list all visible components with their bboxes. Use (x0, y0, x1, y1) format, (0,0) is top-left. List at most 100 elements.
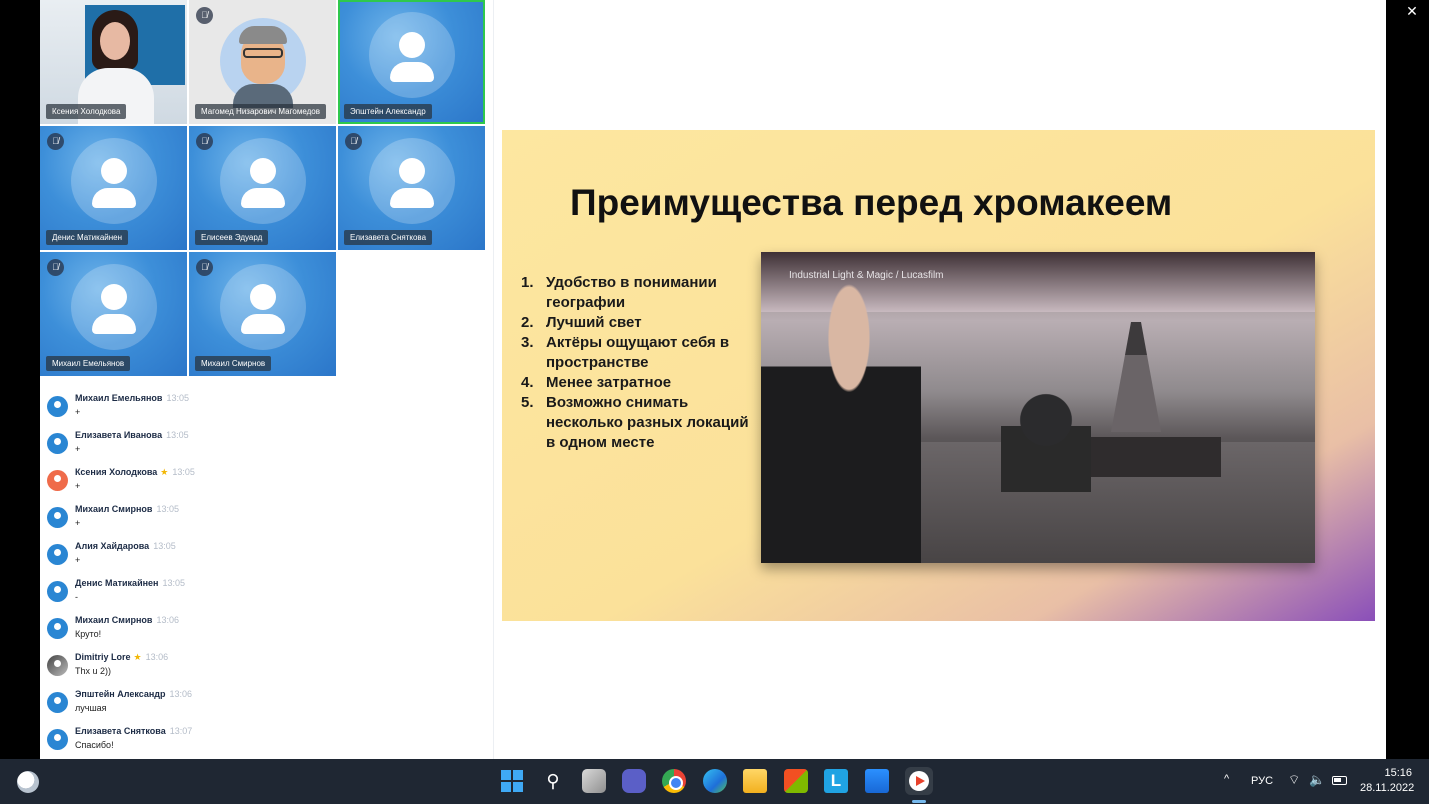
slide-list-item: 1. Удобство в понимании географии (521, 274, 717, 311)
chat-message: Эпштейн Александр 13:06 лучшая (40, 681, 480, 718)
participant-tile[interactable]: Ксения Холодкова (40, 0, 187, 124)
participant-face (100, 22, 130, 60)
user-avatar-icon (47, 433, 68, 454)
message-time: 13:05 (156, 504, 179, 514)
slide-list-item: 5. Возможно снимать несколько разных лока… (521, 394, 749, 451)
chat-message: Михаил Смирнов 13:06 Круто! (40, 607, 480, 644)
chat-message: Dimitriy Lore ★ 13:06 Thx u 2)) (40, 644, 480, 681)
participant-name: Михаил Смирнов (195, 356, 272, 371)
participant-tile[interactable]: 🎙̸ Денис Матикайнен (40, 126, 187, 250)
clock-time[interactable]: 15:16 (1384, 767, 1412, 779)
participant-name: Эпштейн Александр (344, 104, 432, 119)
microsoft-store-icon[interactable] (784, 769, 808, 793)
user-avatar-icon (47, 618, 68, 639)
chevron-up-icon[interactable]: ^ (1224, 773, 1229, 785)
chat-message: Алия Хайдарова 13:05 + (40, 533, 480, 570)
participant-name: Елизавета Сняткова (344, 230, 433, 245)
user-avatar-icon (47, 581, 68, 602)
user-avatar-icon (47, 729, 68, 750)
panel-divider (493, 0, 494, 759)
message-time: 13:07 (169, 726, 193, 736)
l-app-icon[interactable]: L (824, 769, 848, 793)
slide-bullet-list: 1. Удобство в понимании географии 2. Лучши… (521, 273, 751, 453)
message-time: 13:06 (145, 652, 169, 662)
star-icon: ★ (160, 467, 169, 477)
shared-presentation-slide: Преимущества перед хромакеем 1. Удобство … (502, 130, 1375, 621)
user-avatar-icon (219, 264, 306, 350)
active-app-indicator (912, 800, 926, 803)
close-icon[interactable]: ✕ (1404, 3, 1420, 19)
user-avatar-icon (47, 507, 68, 528)
message-time: 13:05 (172, 467, 195, 477)
chat-message: Денис Матикайнен 13:05 - (40, 570, 480, 607)
battery-icon[interactable] (1332, 776, 1347, 785)
message-text: Круто! (75, 629, 102, 639)
chat-message: Михаил Емельянов 13:05 + (40, 385, 480, 422)
chat-message: Елизавета Сняткова 13:07 Спасибо! (40, 718, 480, 755)
participant-tile[interactable]: 🎙̸ Михаил Смирнов (189, 252, 336, 376)
message-text: Спасибо! (75, 740, 114, 750)
volume-icon[interactable]: 🔈 (1309, 772, 1325, 788)
task-view-icon[interactable] (582, 769, 606, 793)
message-author: Михаил Емельянов (75, 393, 163, 403)
edge-icon[interactable] (703, 769, 727, 793)
weather-icon[interactable] (17, 771, 39, 793)
slide-list-item: 4. Менее затратное (521, 374, 672, 391)
chat-message: Михаил Смирнов 13:05 + (40, 496, 480, 533)
message-time: 13:05 (166, 430, 189, 440)
file-explorer-icon[interactable] (743, 769, 767, 793)
participant-tile-active-speaker[interactable]: Эпштейн Александр (338, 0, 485, 124)
slide-title: Преимущества перед хромакеем (570, 182, 1173, 223)
media-player-icon[interactable] (905, 767, 933, 795)
teams-chat-icon[interactable] (622, 769, 646, 793)
participant-tile[interactable]: 🎙̸ Михаил Емельянов (40, 252, 187, 376)
user-avatar-icon (47, 692, 68, 713)
user-avatar-icon (47, 544, 68, 565)
participant-tile[interactable]: 🎙̸ Елизавета Сняткова (338, 126, 485, 250)
chrome-icon[interactable] (662, 769, 686, 793)
chat-panel[interactable]: Михаил Емельянов 13:05 + Елизавета Иванов… (40, 385, 493, 759)
message-time: 13:05 (166, 393, 189, 403)
participant-name: Ксения Холодкова (46, 104, 127, 119)
message-time: 13:05 (153, 541, 176, 551)
message-text: - (75, 592, 78, 602)
slide-list-item: 3. Актёры ощущают себя в пространстве (521, 334, 730, 371)
window-right-edge (1386, 0, 1429, 759)
participant-name: Михаил Емельянов (46, 356, 131, 371)
photo-caption: Industrial Light & Magic / Lucasfilm (789, 270, 944, 281)
video-grid: Ксения Холодкова 🎙̸ Магомед Низарович Ма… (40, 0, 487, 378)
participant-name: Денис Матикайнен (46, 230, 129, 245)
participant-name: Магомед Низарович Магомедов (195, 104, 326, 119)
message-author: Dimitriy Lore (75, 652, 131, 662)
message-text: + (75, 444, 81, 454)
language-indicator[interactable]: РУС (1251, 775, 1273, 787)
user-avatar-icon (368, 12, 455, 98)
mic-muted-icon: 🎙̸ (196, 133, 213, 150)
memoji-glasses (243, 48, 283, 58)
user-avatar-icon (70, 264, 157, 350)
mic-muted-icon: 🎙̸ (196, 259, 213, 276)
user-avatar-icon (219, 138, 306, 224)
clock-date[interactable]: 28.11.2022 (1360, 782, 1414, 794)
mic-muted-icon: 🎙̸ (345, 133, 362, 150)
search-icon[interactable]: ⚲ (541, 769, 565, 793)
message-author: Алия Хайдарова (75, 541, 150, 551)
windows-start-icon[interactable] (500, 769, 524, 793)
mic-muted-icon: 🎙̸ (196, 7, 213, 24)
message-text: + (75, 555, 81, 565)
user-photo-avatar (47, 655, 68, 676)
memoji-hair (239, 26, 287, 44)
message-time: 13:06 (156, 615, 179, 625)
mail-icon[interactable] (865, 769, 889, 793)
wifi-icon[interactable]: ⌔ (1288, 772, 1300, 788)
message-time: 13:05 (162, 578, 186, 588)
message-author: Эпштейн Александр (75, 689, 166, 699)
participant-tile[interactable]: 🎙̸ Магомед Низарович Магомедов (189, 0, 336, 124)
photo-person (761, 282, 921, 563)
participant-name: Елисеев Эдуард (195, 230, 269, 245)
participant-tile[interactable]: 🎙̸ Елисеев Эдуард (189, 126, 336, 250)
message-text: + (75, 481, 81, 491)
mic-muted-icon: 🎙̸ (47, 259, 64, 276)
message-author: Михаил Смирнов (75, 504, 153, 514)
photo-camera-rig (1001, 372, 1091, 492)
